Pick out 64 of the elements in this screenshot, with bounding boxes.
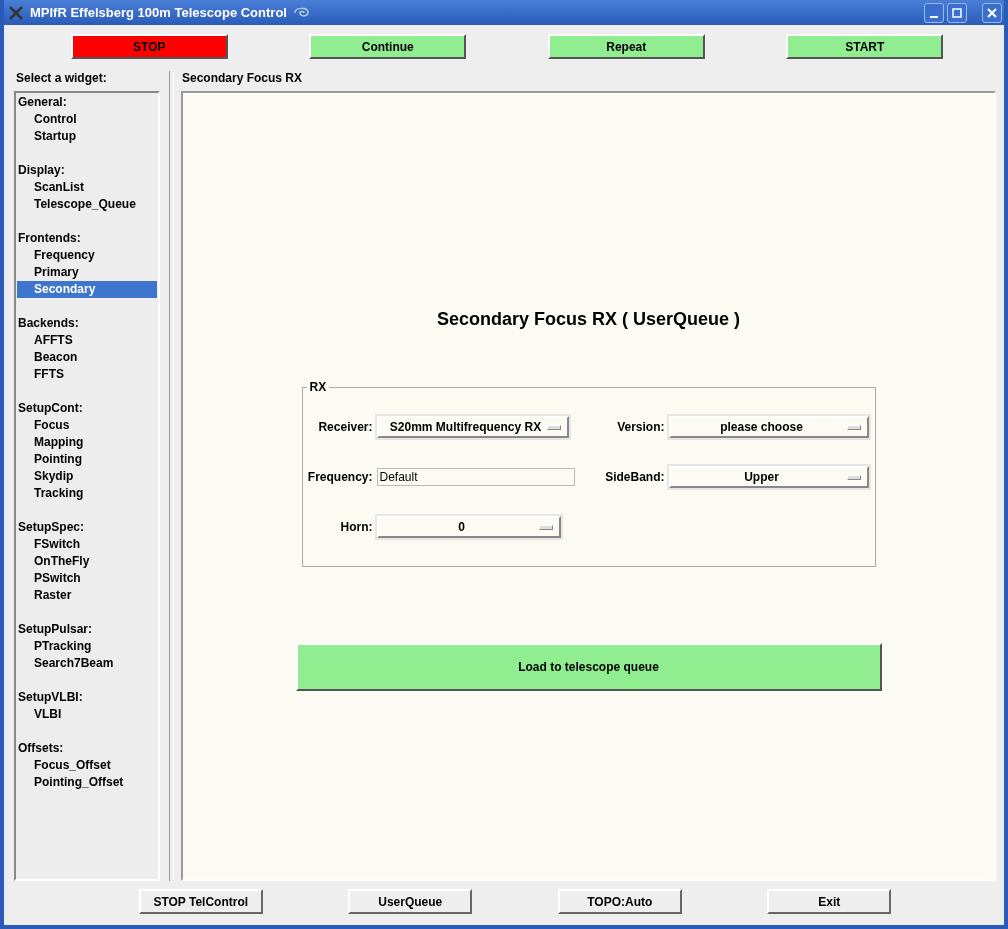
group-heading: SetupPulsar: xyxy=(17,621,93,638)
widget-list-item[interactable]: PSwitch xyxy=(17,570,157,587)
close-button[interactable] xyxy=(982,2,1002,23)
widget-list-item[interactable]: ScanList xyxy=(17,179,157,196)
panel-heading: Secondary Focus RX ( UserQueue ) xyxy=(436,309,741,330)
widget-list-item[interactable]: Focus xyxy=(17,417,157,434)
group-title: RX xyxy=(308,380,328,394)
widget-list-item[interactable]: FFTS xyxy=(17,366,157,383)
group-heading: SetupCont: xyxy=(17,400,84,417)
toolbar-button[interactable]: Repeat xyxy=(547,34,705,59)
group-heading: Offsets: xyxy=(17,740,65,757)
maximize-button[interactable] xyxy=(947,2,967,23)
field-label: Horn: xyxy=(339,520,373,534)
panel-title: Secondary Focus RX xyxy=(181,71,304,87)
widget-list-item[interactable]: Pointing xyxy=(17,451,157,468)
widget-list-item[interactable]: Secondary xyxy=(17,281,157,298)
x-logo-icon xyxy=(8,4,24,21)
toolbar-button[interactable]: Continue xyxy=(309,34,467,59)
minimize-icon xyxy=(930,15,938,18)
window-title: MPIfR Effelsberg 100m Telescope Control xyxy=(30,5,287,20)
close-icon xyxy=(987,7,997,18)
group-heading: Backends: xyxy=(17,315,80,332)
widget-list-item[interactable]: Focus_Offset xyxy=(17,757,157,774)
field-label: Version: xyxy=(616,420,665,434)
minimize-button[interactable] xyxy=(924,2,944,23)
dropdown[interactable]: 0 xyxy=(376,516,561,538)
group-heading: SetupSpec: xyxy=(17,519,85,536)
group-heading: Frontends: xyxy=(17,230,82,247)
bottom-button[interactable]: TOPO:Auto xyxy=(557,889,682,914)
load-button[interactable]: Load to telescope queue xyxy=(295,643,882,691)
widget-list-item[interactable]: Telescope_Queue xyxy=(17,196,157,213)
bottom-button[interactable]: STOP TelControl xyxy=(138,889,263,914)
widget-list-item[interactable]: OnTheFly xyxy=(17,553,157,570)
dropdown[interactable]: S20mm Multifrequency RX xyxy=(376,416,569,438)
widget-list-item[interactable]: Search7Beam xyxy=(17,655,157,672)
widget-list-item[interactable]: Frequency xyxy=(17,247,157,264)
widget-list-item[interactable]: Beacon xyxy=(17,349,157,366)
widget-list-item[interactable]: Startup xyxy=(17,128,157,145)
widget-list-item[interactable]: AFFTS xyxy=(17,332,157,349)
dropdown[interactable]: please choose xyxy=(668,416,869,438)
widget-list-item[interactable]: Tracking xyxy=(17,485,157,502)
sidebar-title: Select a widget: xyxy=(15,71,108,87)
field-label: Frequency: xyxy=(306,470,373,484)
widget-list-item[interactable]: PTracking xyxy=(17,638,157,655)
widget-list-item[interactable]: VLBI xyxy=(17,706,157,723)
field-label: SideBand: xyxy=(604,470,665,484)
bottom-button[interactable]: Exit xyxy=(767,889,892,914)
widget-list-item[interactable]: Raster xyxy=(17,587,157,604)
widget-list-item[interactable]: Skydip xyxy=(17,468,157,485)
toolbar-button[interactable]: STOP xyxy=(70,34,228,59)
widget-list-item[interactable]: FSwitch xyxy=(17,536,157,553)
group-heading: Display: xyxy=(17,162,66,179)
input-field[interactable]: Default xyxy=(376,468,575,486)
group-heading: General: xyxy=(17,94,68,111)
widget-list-item[interactable]: Primary xyxy=(17,264,157,281)
group-heading: SetupVLBI: xyxy=(17,689,84,706)
widget-list-item[interactable]: Mapping xyxy=(17,434,157,451)
dropdown[interactable]: Upper xyxy=(668,466,869,488)
bottom-button[interactable]: UserQueue xyxy=(348,889,473,914)
field-label: Receiver: xyxy=(317,420,373,434)
maximize-icon xyxy=(952,7,962,18)
toolbar-button[interactable]: START xyxy=(786,34,944,59)
widget-list-item[interactable]: Control xyxy=(17,111,157,128)
widget-list-item[interactable]: Pointing_Offset xyxy=(17,774,157,791)
